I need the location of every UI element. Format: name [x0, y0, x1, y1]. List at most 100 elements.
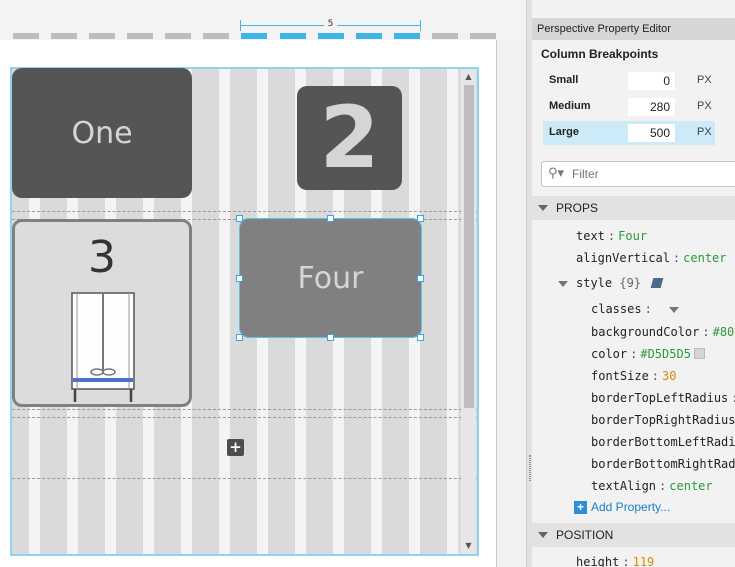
prop-value[interactable]: #808	[713, 325, 735, 339]
label-two[interactable]: 2	[297, 86, 402, 190]
prop-style[interactable]: style {9}	[576, 276, 664, 290]
search-icon: ⚲▾	[548, 166, 565, 181]
ruler-column[interactable]	[51, 33, 77, 39]
span-count-label: 5	[323, 18, 338, 30]
resize-handle[interactable]	[236, 275, 243, 282]
prop-value[interactable]: Four	[618, 229, 647, 243]
resize-handle[interactable]	[417, 215, 424, 222]
ruler-column[interactable]	[127, 33, 153, 39]
splitter-grip-icon[interactable]	[529, 455, 531, 481]
column-ruler: 5	[0, 0, 526, 40]
section-position-label: POSITION	[556, 528, 614, 542]
prop-border-top-left-radius[interactable]: borderTopLeftRadius:	[591, 391, 735, 405]
resize-handle[interactable]	[417, 275, 424, 282]
span-tick-left	[240, 20, 241, 31]
resize-handle[interactable]	[236, 334, 243, 341]
column-gutter	[447, 69, 458, 554]
prop-count: {9}	[619, 276, 642, 290]
breakpoint-unit: PX	[697, 100, 712, 112]
prop-color[interactable]: color: #D5D5D5	[591, 347, 705, 361]
breakpoint-unit: PX	[697, 74, 712, 86]
filter-input[interactable]	[572, 165, 732, 183]
color-swatch[interactable]	[693, 348, 705, 359]
app-window: 5 One 2 3 Four + ▲ ▼ Perspective Propert…	[0, 0, 735, 567]
expand-style-icon[interactable]	[558, 281, 568, 287]
prop-font-size[interactable]: fontSize:30	[591, 369, 676, 383]
ruler-column-active[interactable]	[356, 33, 382, 39]
breakpoint-row-medium[interactable]: Medium 280 PX	[543, 95, 715, 119]
row-divider	[12, 417, 477, 418]
vertical-scrollbar[interactable]: ▲ ▼	[461, 69, 476, 554]
filter-box[interactable]: ⚲▾	[541, 161, 735, 187]
collapse-icon[interactable]	[538, 205, 548, 211]
prop-key: style	[576, 276, 613, 290]
classes-dropdown-icon[interactable]	[669, 307, 679, 313]
prop-value[interactable]: 30	[662, 369, 676, 383]
breakpoint-name: Medium	[549, 100, 591, 112]
prop-value[interactable]: #D5D5D5	[640, 347, 691, 361]
ruler-column[interactable]	[165, 33, 191, 39]
ruler-column[interactable]	[13, 33, 39, 39]
ruler-column-active[interactable]	[280, 33, 306, 39]
prop-border-top-right-radius[interactable]: borderTopRightRadius	[591, 413, 735, 427]
breakpoints-header: Column Breakpoints	[541, 47, 659, 61]
resize-handle[interactable]	[417, 334, 424, 341]
collapse-icon[interactable]	[538, 532, 548, 538]
ruler-column[interactable]	[470, 33, 496, 39]
prop-background-color[interactable]: backgroundColor:#808	[591, 325, 735, 339]
mixing-tank-icon	[71, 292, 135, 402]
ruler-column[interactable]	[203, 33, 229, 39]
label-four-selected[interactable]: Four	[239, 218, 422, 338]
breakpoint-value-input[interactable]: 500	[628, 124, 675, 142]
prop-key: borderTopRightRadius	[591, 413, 735, 427]
breakpoint-unit: PX	[697, 126, 712, 138]
ruler-column-active[interactable]	[394, 33, 420, 39]
prop-key: textAlign	[591, 479, 657, 493]
add-property-link[interactable]: + Add Property...	[574, 500, 670, 514]
breakpoint-name: Small	[549, 74, 579, 86]
scroll-up-icon[interactable]: ▲	[464, 72, 473, 81]
prop-key: text	[576, 229, 605, 243]
ruler-column-active[interactable]	[241, 33, 267, 39]
row-divider	[12, 409, 477, 410]
prop-key: alignVertical	[576, 251, 670, 265]
prop-align-vertical[interactable]: alignVertical: center	[576, 251, 727, 265]
style-class-icon[interactable]	[650, 278, 664, 288]
prop-text-align[interactable]: textAlign: center	[591, 479, 713, 493]
column-gutter	[219, 69, 230, 554]
label-one[interactable]: One	[12, 68, 192, 198]
prop-border-bottom-left-radius[interactable]: borderBottomLeftRadiu	[591, 435, 735, 449]
prop-value[interactable]: 119	[633, 555, 655, 567]
property-editor-panel: Perspective Property Editor Column Break…	[532, 0, 735, 567]
scroll-down-icon[interactable]: ▼	[464, 541, 473, 550]
tank-component[interactable]: 3	[12, 219, 192, 407]
breakpoint-value-input[interactable]: 0	[628, 72, 675, 90]
ruler-column-active[interactable]	[318, 33, 344, 39]
prop-key: borderBottomLeftRadiu	[591, 435, 735, 449]
resize-handle[interactable]	[236, 215, 243, 222]
label-two-text: 2	[319, 88, 380, 188]
prop-value[interactable]: center	[683, 251, 726, 265]
section-props-header[interactable]: PROPS	[532, 196, 735, 220]
tank-label: 3	[88, 232, 116, 283]
prop-text[interactable]: text: Four	[576, 229, 647, 243]
section-position-header[interactable]: POSITION	[532, 523, 735, 547]
add-component-button[interactable]: +	[227, 439, 244, 456]
resize-handle[interactable]	[327, 334, 334, 341]
column-span-marker: 5	[240, 18, 421, 31]
resize-handle[interactable]	[327, 215, 334, 222]
prop-key: backgroundColor	[591, 325, 700, 339]
prop-border-bottom-right-radius[interactable]: borderBottomRightRadi	[591, 457, 735, 471]
breakpoint-row-small[interactable]: Small 0 PX	[543, 69, 715, 93]
breakpoint-row-large[interactable]: Large 500 PX	[543, 121, 715, 145]
scroll-thumb[interactable]	[464, 85, 474, 408]
prop-value[interactable]: center	[669, 479, 712, 493]
ruler-column[interactable]	[89, 33, 115, 39]
panel-title: Perspective Property Editor	[532, 18, 735, 40]
prop-key: height	[576, 555, 620, 567]
breakpoint-value-input[interactable]: 280	[628, 98, 675, 116]
prop-key: borderTopLeftRadius	[591, 391, 729, 405]
prop-classes[interactable]: classes:	[591, 302, 655, 316]
ruler-column[interactable]	[432, 33, 458, 39]
prop-height[interactable]: height:119	[576, 555, 654, 567]
